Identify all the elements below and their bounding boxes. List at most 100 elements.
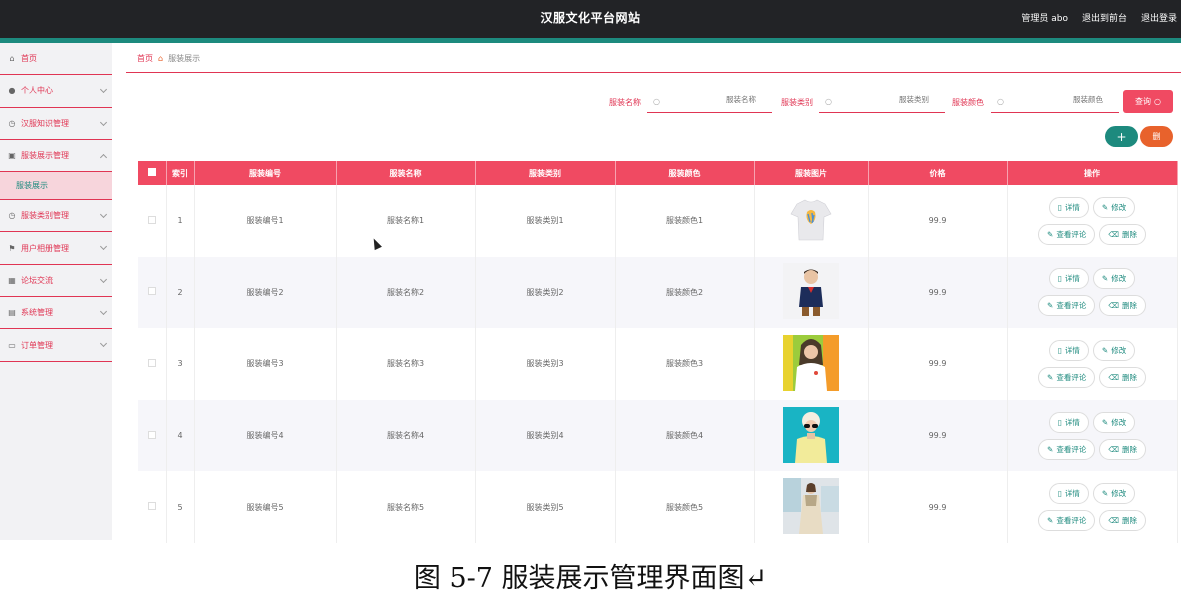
bag-icon: ▤ <box>8 308 16 318</box>
view-comments-label: 查看评论 <box>1056 444 1087 454</box>
detail-button-label: 详情 <box>1064 489 1080 499</box>
select-all-checkbox[interactable] <box>147 168 156 176</box>
name-cell: 服装名称2 <box>336 256 476 329</box>
user-icon: ● <box>8 86 16 96</box>
edit-button-label: 修改 <box>1111 345 1127 355</box>
row-checkbox[interactable] <box>147 358 156 367</box>
view-comments-button[interactable]: ✎ 查看评论 <box>1038 223 1096 245</box>
detail-button-label: 详情 <box>1064 274 1080 284</box>
name-search-input[interactable] <box>686 95 756 104</box>
row-checkbox[interactable] <box>147 287 156 296</box>
delete-button[interactable]: ⌫ 删除 <box>1099 510 1146 532</box>
view-comments-button[interactable]: ✎ 查看评论 <box>1038 510 1096 532</box>
view-comments-button[interactable]: ✎ 查看评论 <box>1038 295 1096 317</box>
type-search-field: 服装类别 ○ <box>781 90 946 114</box>
trash-icon: ⌫ <box>1108 516 1119 526</box>
detail-button-label: 详情 <box>1064 202 1080 212</box>
detail-button[interactable]: ▯ 详情 <box>1048 339 1089 361</box>
home-icon: ⌂ <box>9 54 15 64</box>
add-button[interactable]: + <box>1105 126 1138 147</box>
edit-button-label: 修改 <box>1111 274 1127 284</box>
price-cell: 99.9 <box>868 328 1008 400</box>
row-checkbox[interactable] <box>147 502 156 511</box>
name-cell: 服装名称5 <box>336 471 476 543</box>
column-header-name: 服装名称 <box>336 161 476 185</box>
view-comments-button[interactable]: ✎ 查看评论 <box>1038 438 1096 460</box>
delete-button-label: 删除 <box>1121 372 1137 382</box>
color-search-input[interactable] <box>1033 95 1103 104</box>
row-select-cell[interactable] <box>138 328 167 400</box>
chevron-down-icon <box>99 243 108 251</box>
type-search-input[interactable] <box>859 95 929 104</box>
row-select-cell[interactable] <box>138 256 167 329</box>
delete-button[interactable]: ⌫ 删除 <box>1099 223 1146 245</box>
detail-button[interactable]: ▯ 详情 <box>1048 268 1089 290</box>
index-cell: 4 <box>166 399 195 472</box>
admin-user: 管理员 abo <box>1021 14 1068 24</box>
sidebar-item-forum[interactable]: ▦ 论坛交流 <box>0 265 112 298</box>
detail-button[interactable]: ▯ 详情 <box>1048 196 1089 218</box>
query-button[interactable]: 查询 ○ <box>1123 90 1173 113</box>
trash-icon: ⌫ <box>1108 444 1119 454</box>
select-all-cell[interactable] <box>138 161 167 185</box>
column-header-type: 服装类别 <box>475 161 616 185</box>
sidebar-item-personal-center[interactable]: ● 个人中心 <box>0 75 112 108</box>
edit-button[interactable]: ✎ 修改 <box>1092 339 1136 361</box>
delete-button[interactable]: ⌫ 删除 <box>1099 366 1146 388</box>
view-comments-button[interactable]: ✎ 查看评论 <box>1038 366 1096 388</box>
sidebar-item-clothing-category[interactable]: ◷ 服装类别管理 <box>0 200 112 233</box>
pencil-icon: ✎ <box>1101 489 1109 499</box>
edit-button[interactable]: ✎ 修改 <box>1092 411 1136 433</box>
site-title: 汉服文化平台网站 <box>540 11 641 25</box>
actions-cell: ▯ 详情 ✎ 修改 ✎ 查看评论 ⌫ 删除 <box>1007 471 1178 543</box>
view-comments-label: 查看评论 <box>1056 516 1087 526</box>
column-header-index: 索引 <box>166 161 195 185</box>
delete-button[interactable]: ⌫ 删除 <box>1099 295 1146 317</box>
row-select-cell[interactable] <box>138 399 167 472</box>
column-header-price: 价格 <box>868 161 1008 185</box>
breadcrumb-home[interactable]: 首页 <box>137 53 153 64</box>
delete-button[interactable]: ⌫ 删除 <box>1099 438 1146 460</box>
edit-button[interactable]: ✎ 修改 <box>1092 483 1136 505</box>
sidebar-subitem-clothing-display[interactable]: 服装展示 <box>0 172 112 201</box>
back-to-front-link[interactable]: 退出到前台 <box>1082 11 1127 24</box>
clothing-image <box>783 191 839 248</box>
batch-delete-button[interactable]: 删 <box>1140 126 1173 147</box>
row-checkbox[interactable] <box>147 430 156 439</box>
table-row: 2 服装编号2 服装名称2 服装类别2 服装颜色2 99.9 ▯ 详情 ✎ 修改 ✎ 查看评论 ⌫ 删除 <box>138 256 1178 329</box>
chevron-down-icon <box>99 275 108 283</box>
edit-button-label: 修改 <box>1111 202 1127 212</box>
edit-button[interactable]: ✎ 修改 <box>1092 196 1136 218</box>
row-select-cell[interactable] <box>138 185 167 257</box>
sidebar-item-orders[interactable]: ▭ 订单管理 <box>0 329 112 362</box>
clothing-table: 索引 服装编号 服装名称 服装类别 服装颜色 服装图片 价格 操作 1 服装编号1… <box>138 161 1178 543</box>
table-row: 1 服装编号1 服装名称1 服装类别1 服装颜色1 99.9 ▯ 详情 ✎ 修改 ✎ 查看评论 ⌫ 删除 <box>138 185 1178 257</box>
sidebar-item-user-album[interactable]: ⚑ 用户相册管理 <box>0 232 112 265</box>
pencil-icon: ✎ <box>1047 229 1054 239</box>
logout-link[interactable]: 退出登录 <box>1141 11 1177 24</box>
sidebar-item-label: 订单管理 <box>21 340 53 350</box>
detail-button[interactable]: ▯ 详情 <box>1048 483 1089 505</box>
edit-button[interactable]: ✎ 修改 <box>1092 268 1136 290</box>
pencil-icon: ✎ <box>1047 516 1054 526</box>
price-cell: 99.9 <box>868 471 1008 543</box>
pencil-icon: ✎ <box>1101 274 1109 284</box>
row-checkbox[interactable] <box>147 215 156 224</box>
trash-icon: ⌫ <box>1108 301 1119 311</box>
sidebar-item-hanfu-knowledge[interactable]: ◷ 汉服知识管理 <box>0 108 112 140</box>
sidebar-item-system[interactable]: ▤ 系统管理 <box>0 297 112 330</box>
delete-button-label: 删除 <box>1121 444 1137 454</box>
detail-button-label: 详情 <box>1064 417 1080 427</box>
sidebar-item-label: 服装类别管理 <box>21 211 69 221</box>
name-search-label: 服装名称 <box>609 98 641 107</box>
detail-button[interactable]: ▯ 详情 <box>1048 411 1089 433</box>
grid-icon: ▦ <box>8 275 16 285</box>
document-icon: ▯ <box>1057 274 1062 284</box>
clothing-image <box>783 263 839 320</box>
sidebar-item-clothing-display[interactable]: ▣ 服装展示管理 <box>0 140 112 173</box>
edit-button-label: 修改 <box>1111 417 1127 427</box>
row-select-cell[interactable] <box>138 471 167 543</box>
search-icon: ○ <box>825 97 832 106</box>
pencil-icon: ✎ <box>1047 301 1054 311</box>
sidebar-item-home[interactable]: ⌂ 首页 <box>0 43 112 76</box>
